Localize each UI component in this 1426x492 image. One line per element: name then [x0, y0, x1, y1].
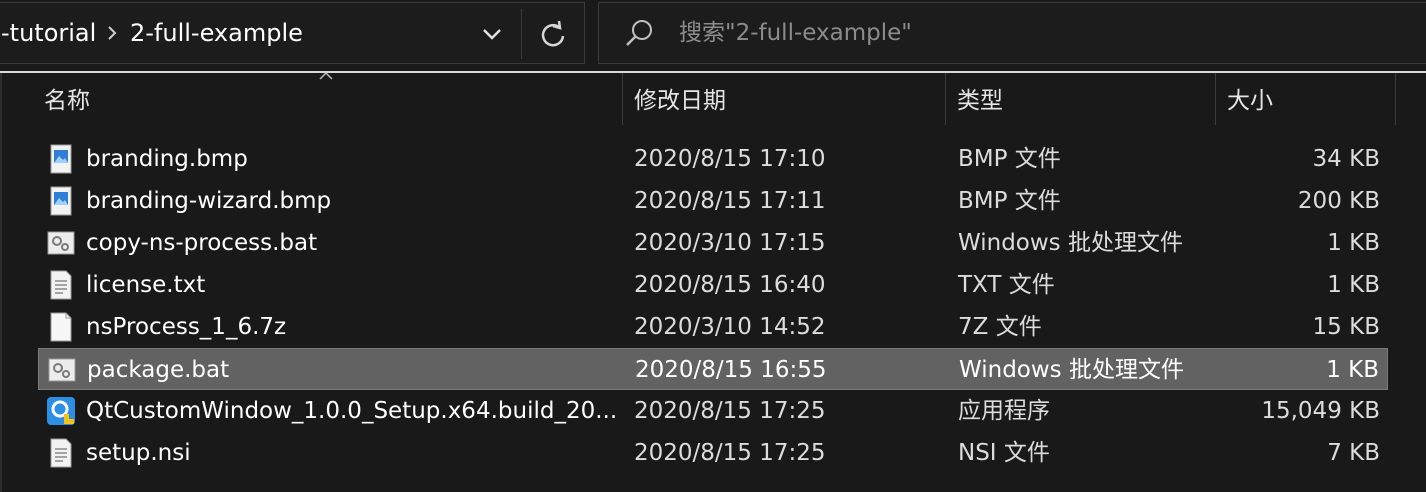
sort-ascending-icon	[319, 71, 333, 80]
file-size: 34 KB	[1312, 146, 1380, 172]
file-size: 1 KB	[1327, 272, 1380, 298]
file-row-selected[interactable]: package.bat 2020/8/15 16:55 Windows 批处理文…	[38, 348, 1388, 390]
batch-file-icon	[48, 358, 76, 382]
search-input[interactable]: 搜索"2-full-example"	[679, 3, 912, 63]
address-bar[interactable]: -tutorial 2-full-example	[0, 2, 585, 64]
column-header-date[interactable]: 修改日期	[634, 73, 726, 127]
file-date: 2020/8/15 17:25	[634, 440, 826, 466]
column-header-type[interactable]: 类型	[957, 73, 1003, 127]
text-file-icon	[50, 438, 72, 468]
column-header-name[interactable]: 名称	[44, 73, 90, 127]
toolbar: -tutorial 2-full-example 搜索"2-full-examp…	[0, 0, 1426, 73]
file-name[interactable]: package.bat	[87, 349, 229, 391]
search-box[interactable]: 搜索"2-full-example"	[598, 2, 1426, 64]
chevron-down-icon[interactable]	[471, 11, 515, 57]
file-date: 2020/8/15 17:11	[634, 188, 826, 214]
file-size: 1 KB	[1326, 357, 1379, 383]
file-type: Windows 批处理文件	[958, 230, 1183, 256]
chevron-right-icon[interactable]	[102, 3, 122, 63]
file-type: 应用程序	[958, 398, 1050, 424]
file-name[interactable]: QtCustomWindow_1.0.0_Setup.x64.build_20.…	[86, 390, 617, 432]
installer-icon	[47, 397, 75, 425]
file-type: BMP 文件	[958, 188, 1061, 214]
file-row[interactable]: QtCustomWindow_1.0.0_Setup.x64.build_20.…	[38, 390, 1388, 432]
image-file-icon	[50, 186, 72, 216]
file-row[interactable]: branding.bmp 2020/8/15 17:10 BMP 文件 34 K…	[38, 138, 1388, 180]
file-row[interactable]: setup.nsi 2020/8/15 17:25 NSI 文件 7 KB	[38, 432, 1388, 474]
file-name[interactable]: branding-wizard.bmp	[86, 180, 331, 222]
text-file-icon	[50, 270, 72, 300]
file-date: 2020/3/10 17:15	[634, 230, 826, 256]
file-name[interactable]: copy-ns-process.bat	[86, 222, 317, 264]
breadcrumb-current[interactable]: 2-full-example	[130, 3, 303, 63]
file-name[interactable]: branding.bmp	[86, 138, 248, 180]
file-name[interactable]: license.txt	[86, 264, 205, 306]
search-icon	[626, 20, 652, 46]
file-row[interactable]: copy-ns-process.bat 2020/3/10 17:15 Wind…	[38, 222, 1388, 264]
column-resize-handle[interactable]	[1395, 73, 1396, 125]
column-header-size[interactable]: 大小	[1227, 73, 1273, 127]
column-resize-handle[interactable]	[622, 73, 623, 125]
file-row[interactable]: nsProcess_1_6.7z 2020/3/10 14:52 7Z 文件 1…	[38, 306, 1388, 348]
column-resize-handle[interactable]	[945, 73, 946, 125]
divider	[0, 73, 2, 492]
file-row[interactable]: branding-wizard.bmp 2020/8/15 17:11 BMP …	[38, 180, 1388, 222]
file-name[interactable]: nsProcess_1_6.7z	[86, 306, 286, 348]
file-type: Windows 批处理文件	[959, 357, 1184, 383]
image-file-icon	[50, 144, 72, 174]
file-size: 15,049 KB	[1261, 398, 1380, 424]
file-type: 7Z 文件	[958, 314, 1042, 340]
file-list[interactable]: 名称 修改日期 类型 大小 branding.bmp 2020/8/15 17:…	[0, 71, 1426, 492]
file-date: 2020/3/10 14:52	[634, 314, 826, 340]
file-size: 1 KB	[1327, 230, 1380, 256]
file-date: 2020/8/15 16:40	[634, 272, 826, 298]
divider	[521, 9, 522, 59]
file-date: 2020/8/15 17:10	[634, 146, 826, 172]
breadcrumb-parent[interactable]: -tutorial	[1, 3, 96, 63]
blank-file-icon	[50, 312, 72, 342]
file-name[interactable]: setup.nsi	[86, 432, 191, 474]
refresh-icon[interactable]	[529, 11, 577, 57]
file-date: 2020/8/15 17:25	[634, 398, 826, 424]
file-size: 200 KB	[1297, 188, 1380, 214]
file-size: 15 KB	[1312, 314, 1380, 340]
file-row[interactable]: license.txt 2020/8/15 16:40 TXT 文件 1 KB	[38, 264, 1388, 306]
column-header-row: 名称 修改日期 类型 大小	[0, 71, 1426, 127]
file-type: BMP 文件	[958, 146, 1061, 172]
file-type: NSI 文件	[958, 440, 1050, 466]
column-resize-handle[interactable]	[1215, 73, 1216, 125]
file-date: 2020/8/15 16:55	[635, 357, 827, 383]
file-type: TXT 文件	[958, 272, 1055, 298]
file-size: 7 KB	[1327, 440, 1380, 466]
batch-file-icon	[47, 231, 75, 255]
